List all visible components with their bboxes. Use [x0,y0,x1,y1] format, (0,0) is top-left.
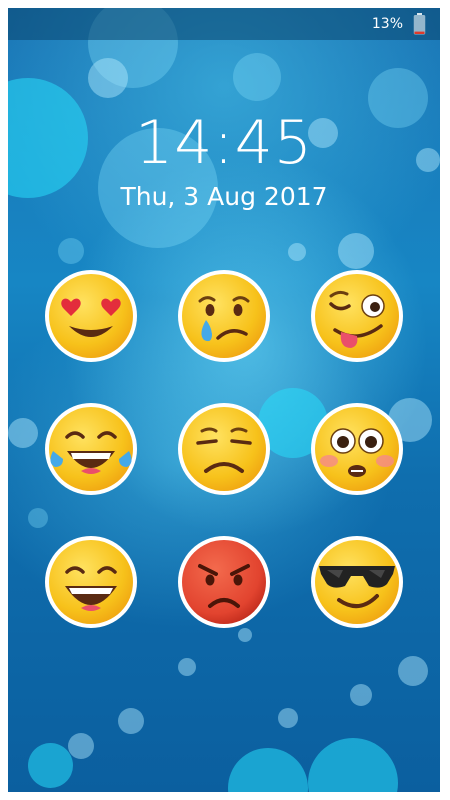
crying-emoji-icon[interactable] [176,268,272,364]
angry-emoji-icon[interactable] [176,534,272,630]
flushed-emoji-icon[interactable] [309,401,405,497]
lock-screen: 13% 14:45 Thu, 3 Aug 2017 [8,8,440,792]
sunglasses-emoji-icon[interactable] [309,534,405,630]
grinning-emoji-icon[interactable] [43,534,139,630]
winking-tongue-emoji-icon[interactable] [309,268,405,364]
emoji-unlock-pad [8,8,440,792]
heart-eyes-emoji-icon[interactable] [43,268,139,364]
sad-emoji-icon[interactable] [176,401,272,497]
tears-of-joy-emoji-icon[interactable] [43,401,139,497]
